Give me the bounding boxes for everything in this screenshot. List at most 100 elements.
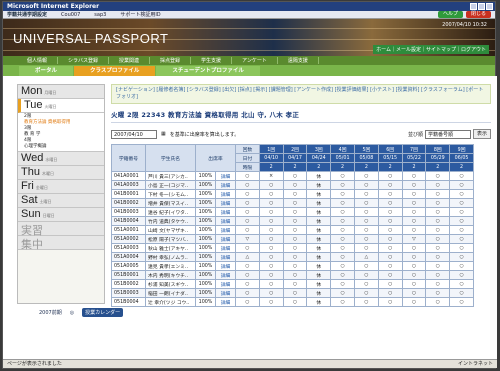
attendance-mark[interactable]: ○ [401,171,427,181]
calendar-picker-icon[interactable]: ▦ [161,131,166,137]
attendance-mark[interactable]: ○ [258,297,284,307]
attendance-mark[interactable]: ○ [401,243,427,253]
attendance-mark[interactable]: ○ [330,171,355,181]
attendance-mark[interactable]: ○ [377,171,403,181]
attendance-mark[interactable]: ○ [401,252,427,262]
attendance-mark[interactable]: ○ [449,189,474,199]
gnav-item[interactable]: 学生支援 [191,57,233,64]
attendance-mark[interactable]: ○ [401,297,427,307]
attendance-mark[interactable]: ○ [235,216,260,226]
attendance-mark[interactable]: 休 [306,252,332,262]
attendance-mark[interactable]: 休 [306,279,332,289]
attendance-mark[interactable]: ○ [425,297,451,307]
attendance-mark[interactable]: ○ [449,279,474,289]
attendance-mark[interactable]: ○ [235,189,260,199]
attendance-mark[interactable]: ○ [377,243,403,253]
attendance-mark[interactable]: ○ [235,180,260,190]
attendance-mark[interactable]: △ [235,252,260,262]
attendance-mark[interactable]: ○ [330,261,355,271]
attendance-mark[interactable]: ○ [425,189,451,199]
logout-button[interactable]: 閉じる [465,11,491,18]
attendance-mark[interactable]: ○ [377,288,403,298]
day-item[interactable]: Wed 水曜日 [18,152,104,166]
attendance-mark[interactable]: ○ [282,288,308,298]
attendance-mark[interactable]: ○ [282,279,308,289]
calendar-button[interactable]: 授業カレンダー [82,308,124,317]
table-row[interactable]: 041B0004 竹内 道典(タケウ.. 100% 詳細 ○ ○ ○ 休 ○ ○ ○ ○ ○ ○ [111,216,474,226]
attendance-mark[interactable]: ○ [258,225,284,235]
attendance-mark[interactable]: ○ [282,216,308,226]
attendance-mark[interactable]: ○ [449,261,474,271]
attendance-mark[interactable]: ○ [425,243,451,253]
attendance-mark[interactable]: ○ [235,243,260,253]
attendance-mark[interactable]: ○ [401,216,427,226]
gnav-item[interactable]: シラバス登録 [58,57,109,64]
detail-link[interactable]: 詳細 [215,180,236,190]
attendance-mark[interactable]: ○ [425,261,451,271]
table-row[interactable]: 051B0003 稲田 一朗(イナダ.. 100% 詳細 ○ ○ ○ 休 ○ ○ ○ ○ ○ ○ [111,288,474,298]
attendance-mark[interactable]: ○ [425,252,451,262]
attendance-mark[interactable]: ○ [282,270,308,280]
attendance-mark[interactable]: 休 [306,207,332,217]
detail-link[interactable]: 詳細 [215,252,236,262]
attendance-mark[interactable]: ○ [282,261,308,271]
gnav-item[interactable]: 遠隔支援 [278,57,319,64]
gnav-item[interactable]: アンケート [232,57,278,64]
attendance-mark[interactable]: ○ [353,216,379,226]
detail-link[interactable]: 詳細 [215,207,236,217]
attendance-mark[interactable]: ○ [377,234,403,244]
attendance-mark[interactable]: ○ [258,270,284,280]
attendance-mark[interactable]: ○ [258,243,284,253]
attendance-mark[interactable]: ○ [377,198,403,208]
attendance-mark[interactable]: ○ [425,225,451,235]
attendance-mark[interactable]: 休 [306,171,332,181]
attendance-mark[interactable]: ○ [401,279,427,289]
attendance-mark[interactable]: ○ [425,180,451,190]
attendance-mark[interactable]: ○ [401,207,427,217]
attendance-mark[interactable]: ○ [425,234,451,244]
attendance-mark[interactable]: ○ [353,225,379,235]
attendance-mark[interactable]: ○ [330,288,355,298]
day-item[interactable]: Sun 日曜日 [18,208,104,222]
attendance-mark[interactable]: ○ [425,288,451,298]
attendance-mark[interactable]: ○ [235,198,260,208]
attendance-mark[interactable]: ○ [330,189,355,199]
gnav-item[interactable]: 個人情報 [17,57,59,64]
attendance-mark[interactable]: ○ [282,189,308,199]
attendance-mark[interactable]: ○ [401,288,427,298]
attendance-mark[interactable]: ○ [282,207,308,217]
attendance-mark[interactable]: ○ [353,207,379,217]
close-icon[interactable] [486,3,493,10]
attendance-mark[interactable]: ○ [330,270,355,280]
attendance-mark[interactable]: ○ [282,180,308,190]
attendance-mark[interactable]: ○ [449,252,474,262]
sort-apply-button[interactable]: 表示 [472,129,491,139]
table-row[interactable]: 041B0002 増井 貴保(マスイ.. 100% 詳細 ○ ○ ○ 休 ○ ○ ○ ○ ○ ○ [111,198,474,208]
attendance-mark[interactable]: ▽ [401,234,427,244]
detail-link[interactable]: 詳細 [215,234,236,244]
minimize-icon[interactable] [470,3,477,10]
attendance-mark[interactable]: 休 [306,234,332,244]
day-item[interactable]: Fri 金曜日 [18,180,104,194]
attendance-mark[interactable]: ○ [353,171,379,181]
maximize-icon[interactable] [478,3,485,10]
detail-link[interactable]: 詳細 [215,216,236,226]
function-menu[interactable]: [ナビゲーション] [履修者名簿] [シラバス登録] [出欠] [採点] [掲示… [111,84,491,104]
attendance-mark[interactable]: ○ [235,270,260,280]
attendance-mark[interactable]: ○ [330,216,355,226]
table-row[interactable]: 051B0004 辻 幸介(ツジ コウ.. 100% 詳細 ○ ○ ○ 休 ○ ○ ○ ○ ○ ○ [111,297,474,307]
attendance-mark[interactable]: ○ [425,279,451,289]
attendance-mark[interactable]: 休 [306,261,332,271]
attendance-mark[interactable]: ○ [377,225,403,235]
day-item[interactable]: 集中 [18,236,104,251]
attendance-mark[interactable]: ○ [235,288,260,298]
attendance-mark[interactable]: ○ [330,252,355,262]
attendance-mark[interactable]: ○ [258,180,284,190]
detail-link[interactable]: 詳細 [215,261,236,271]
attendance-mark[interactable]: ○ [235,171,260,181]
attendance-mark[interactable]: 休 [306,216,332,226]
attendance-mark[interactable]: ○ [449,216,474,226]
sort-select[interactable]: 学籍番号順 [424,129,471,139]
attendance-mark[interactable]: ○ [258,198,284,208]
attendance-mark[interactable]: ○ [377,207,403,217]
